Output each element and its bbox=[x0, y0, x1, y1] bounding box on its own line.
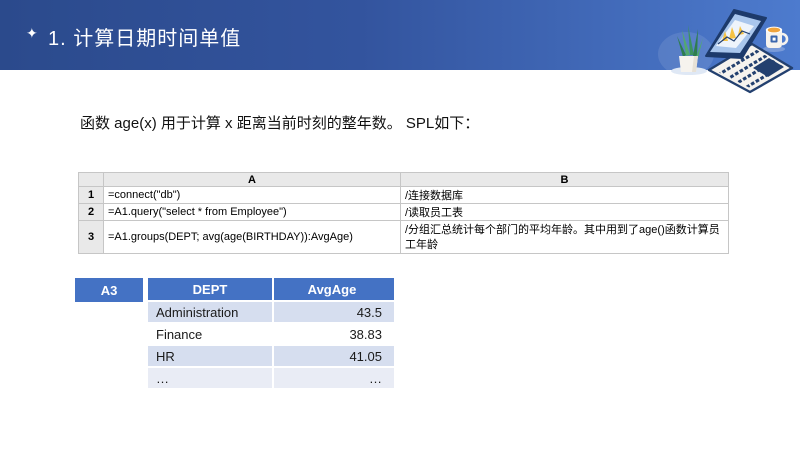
table-row: Finance 38.83 bbox=[148, 324, 394, 344]
sparkle-icon: ✦ bbox=[26, 25, 38, 41]
cell-a3: =A1.groups(DEPT; avg(age(BIRTHDAY)):AvgA… bbox=[103, 220, 401, 254]
result-col-dept: DEPT bbox=[148, 278, 272, 300]
table-row: … … bbox=[148, 368, 394, 388]
cell-a2: =A1.query("select * from Employee") bbox=[103, 203, 401, 221]
intro-text: 函数 age(x) 用于计算 x 距离当前时刻的整年数。 SPL如下： bbox=[80, 115, 480, 132]
result-col-avgage: AvgAge bbox=[274, 278, 394, 300]
dept-cell: Finance bbox=[148, 324, 272, 344]
cell-ref-badge: A3 bbox=[75, 278, 143, 302]
grid-row-3: 3 =A1.groups(DEPT; avg(age(BIRTHDAY)):Av… bbox=[78, 220, 729, 254]
avgage-cell: 38.83 bbox=[274, 324, 394, 344]
cell-a1: =connect("db") bbox=[103, 186, 401, 204]
grid-col-b-header: B bbox=[400, 172, 729, 187]
page-title: 1. 计算日期时间单值 bbox=[48, 28, 242, 50]
spl-code-grid: A B 1 =connect("db") /连接数据库 2 =A1.query(… bbox=[78, 172, 729, 254]
laptop-illustration bbox=[652, 0, 800, 98]
table-row: Administration 43.5 bbox=[148, 302, 394, 322]
dept-cell: Administration bbox=[148, 302, 272, 322]
row-number: 2 bbox=[78, 203, 104, 221]
grid-row-2: 2 =A1.query("select * from Employee") /读… bbox=[78, 203, 729, 221]
dept-cell: HR bbox=[148, 346, 272, 366]
mug-icon bbox=[763, 26, 789, 52]
table-row: HR 41.05 bbox=[148, 346, 394, 366]
row-number: 3 bbox=[78, 220, 104, 254]
avgage-cell: … bbox=[274, 368, 394, 388]
laptop-icon bbox=[705, 9, 794, 94]
result-header-row: DEPT AvgAge bbox=[148, 278, 394, 300]
grid-col-a-header: A bbox=[103, 172, 401, 187]
grid-corner-cell bbox=[78, 172, 104, 187]
dept-cell: … bbox=[148, 368, 272, 388]
result-section: A3 DEPT AvgAge Administration 43.5 Finan… bbox=[75, 278, 396, 390]
cell-b3: /分组汇总统计每个部门的平均年龄。其中用到了age()函数计算员工年龄 bbox=[400, 220, 729, 254]
grid-header-row: A B bbox=[78, 172, 729, 187]
avgage-cell: 43.5 bbox=[274, 302, 394, 322]
grid-row-1: 1 =connect("db") /连接数据库 bbox=[78, 186, 729, 204]
cell-b1: /连接数据库 bbox=[400, 186, 729, 204]
cell-b2: /读取员工表 bbox=[400, 203, 729, 221]
row-number: 1 bbox=[78, 186, 104, 204]
result-table: DEPT AvgAge Administration 43.5 Finance … bbox=[146, 276, 396, 390]
avgage-cell: 41.05 bbox=[274, 346, 394, 366]
